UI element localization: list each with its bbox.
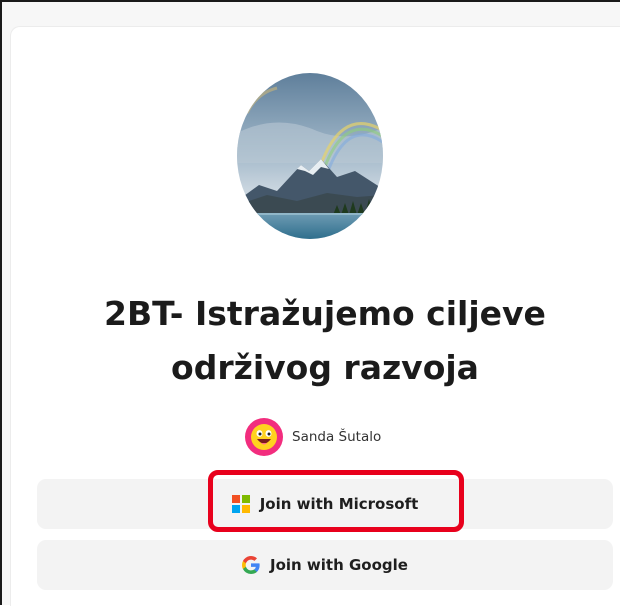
author-name: Sanda Šutalo [292, 429, 382, 445]
quiz-title: 2BT- Istražujemo ciljeve održivog razvoj… [104, 294, 546, 387]
quiz-cover-image [237, 73, 383, 239]
join-with-microsoft-button[interactable]: Join with Microsoft [37, 479, 613, 529]
join-with-google-label: Join with Google [270, 556, 408, 574]
join-with-google-button[interactable]: Join with Google [37, 540, 613, 590]
smiley-face-icon [245, 418, 283, 456]
join-with-microsoft-label: Join with Microsoft [259, 495, 419, 513]
cover-photo-art [237, 73, 383, 239]
google-logo-icon [242, 556, 260, 574]
microsoft-logo-icon [231, 495, 250, 513]
author-info: Sanda Šutalo [245, 418, 381, 456]
